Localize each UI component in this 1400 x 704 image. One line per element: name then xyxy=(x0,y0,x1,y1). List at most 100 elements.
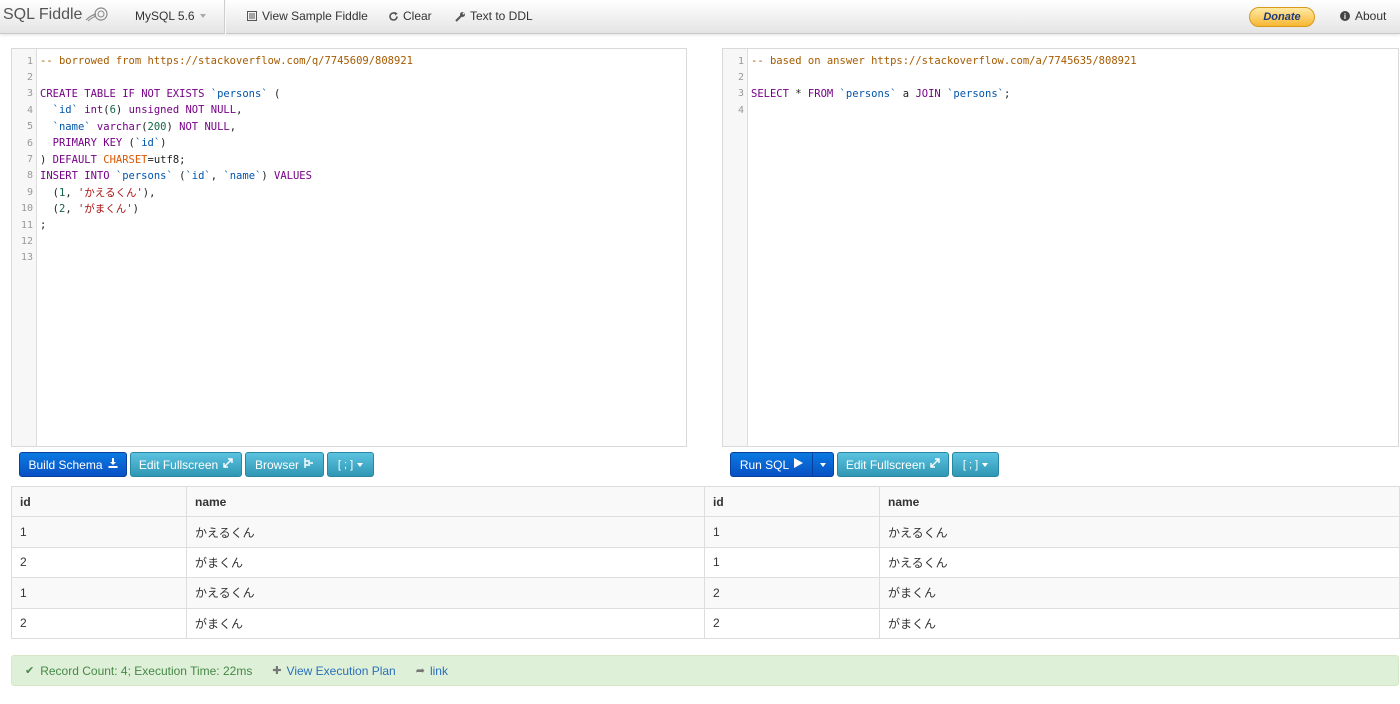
query-edit-fullscreen-label: Edit Fullscreen xyxy=(845,457,926,472)
query-editor[interactable]: 1 -- based on answer https://stackoverflo… xyxy=(722,48,1399,447)
schema-editor[interactable]: 1 -- borrowed from https://stackoverflow.… xyxy=(11,48,687,447)
schema-edit-fullscreen-button[interactable]: Edit Fullscreen xyxy=(130,452,242,477)
column-header: id xyxy=(704,485,880,517)
code-line[interactable]: 6 PRIMARY KEY (`id`) xyxy=(12,135,686,151)
table-cell: がまくん xyxy=(879,577,1400,609)
brand-name: SQL Fiddle xyxy=(3,6,83,23)
run-sql-label: Run SQL xyxy=(739,457,790,472)
code-text: `id` int(6) unsigned NOT NULL, xyxy=(52,104,243,117)
code-line[interactable]: 1 -- borrowed from https://stackoverflow.… xyxy=(12,53,686,69)
brand-logo[interactable]: SQL Fiddle xyxy=(3,6,109,24)
code-line[interactable]: 2 xyxy=(723,69,1398,85)
code-line[interactable]: 3 SELECT * FROM `persons` a JOIN `persons… xyxy=(723,86,1398,102)
plus-icon: ✚ xyxy=(272,665,282,677)
fiddle-logo-icon xyxy=(86,7,109,22)
chevron-down-icon xyxy=(820,462,826,467)
about-button[interactable]: i About xyxy=(1340,9,1386,23)
line-number: 8 xyxy=(26,170,33,182)
code-line[interactable]: 7 ) DEFAULT CHARSET=utf8; xyxy=(12,151,686,167)
query-terminator-dropdown[interactable]: [ ; ] xyxy=(952,452,999,477)
clear-button[interactable]: Clear xyxy=(387,9,432,23)
view-execution-plan-link[interactable]: ✚ View Execution Plan xyxy=(272,664,395,678)
download-icon xyxy=(108,458,118,471)
code-line[interactable]: 8 INSERT INTO `persons` (`id`, `name`) VA… xyxy=(12,168,686,184)
line-number: 13 xyxy=(20,252,33,264)
code-text: -- borrowed from https://stackoverflow.c… xyxy=(40,55,413,68)
fullscreen-icon xyxy=(223,458,233,471)
table-cell: 2 xyxy=(11,607,187,639)
results-header-row: id name id name xyxy=(11,485,1400,517)
build-schema-button[interactable]: Build Schema xyxy=(19,452,127,477)
build-schema-label: Build Schema xyxy=(28,457,103,472)
code-line[interactable]: 1 -- based on answer https://stackoverflo… xyxy=(723,53,1398,69)
code-line[interactable]: 10 (2, 'がまくん') xyxy=(12,201,686,217)
table-row: 1 かえるくん 1 かえるくん xyxy=(11,516,1400,548)
refresh-icon xyxy=(387,10,399,22)
code-line[interactable]: 12 xyxy=(12,233,686,249)
line-number: 4 xyxy=(26,104,33,116)
browser-label: Browser xyxy=(254,457,299,472)
run-sql-options-dropdown[interactable] xyxy=(812,452,834,477)
table-cell: 2 xyxy=(704,577,880,609)
table-cell: 1 xyxy=(704,516,880,548)
view-execution-plan-label: View Execution Plan xyxy=(286,663,396,678)
table-cell: 1 xyxy=(11,516,187,548)
table-row: 2 がまくん 2 がまくん xyxy=(11,607,1400,639)
line-number: 7 xyxy=(26,154,33,166)
text-to-ddl-button[interactable]: Text to DDL xyxy=(454,9,533,23)
table-cell: 1 xyxy=(704,546,880,578)
table-cell: がまくん xyxy=(186,607,705,639)
code-text: ) DEFAULT CHARSET=utf8; xyxy=(40,153,186,166)
text-to-ddl-label: Text to DDL xyxy=(470,9,533,23)
code-line[interactable]: 2 xyxy=(12,69,686,85)
code-line[interactable]: 5 `name` varchar(200) NOT NULL, xyxy=(12,119,686,135)
nav-divider xyxy=(224,0,225,34)
view-sample-fiddle-label: View Sample Fiddle xyxy=(262,9,368,23)
line-number: 4 xyxy=(737,104,744,116)
code-text: PRIMARY KEY (`id`) xyxy=(52,137,167,150)
schema-edit-fullscreen-label: Edit Fullscreen xyxy=(138,457,219,472)
table-cell: かえるくん xyxy=(186,577,705,609)
chevron-down-icon xyxy=(982,462,989,467)
share-arrow-icon: ➦ xyxy=(415,665,425,677)
line-number: 12 xyxy=(20,235,33,247)
check-icon: ✔ xyxy=(25,665,35,677)
list-icon xyxy=(246,10,258,22)
code-line[interactable]: 4 `id` int(6) unsigned NOT NULL, xyxy=(12,102,686,118)
schema-terminator-label: [ ; ] xyxy=(337,458,354,471)
tree-icon xyxy=(304,458,314,471)
code-line[interactable]: 4 xyxy=(723,102,1398,118)
schema-code[interactable]: 1 -- borrowed from https://stackoverflow.… xyxy=(12,53,686,266)
query-code[interactable]: 1 -- based on answer https://stackoverflo… xyxy=(723,53,1398,119)
info-icon: i xyxy=(1340,11,1350,21)
line-number: 3 xyxy=(26,88,33,100)
line-number: 1 xyxy=(737,55,744,67)
permalink-label: link xyxy=(429,663,448,678)
code-line[interactable]: 13 xyxy=(12,250,686,266)
browser-button[interactable]: Browser xyxy=(245,452,324,477)
schema-terminator-dropdown[interactable]: [ ; ] xyxy=(327,452,374,477)
code-text: (1, 'かえるくん'), xyxy=(52,186,156,199)
run-sql-button[interactable]: Run SQL xyxy=(730,452,813,477)
chevron-down-icon xyxy=(357,462,364,467)
code-line[interactable]: 3 CREATE TABLE IF NOT EXISTS `persons` ( xyxy=(12,86,686,102)
permalink-link[interactable]: ➦ link xyxy=(416,664,448,678)
code-text: SELECT * FROM `persons` a JOIN `persons`… xyxy=(751,87,1011,100)
db-version-dropdown[interactable]: MySQL 5.6 xyxy=(135,9,206,23)
line-number: 1 xyxy=(26,55,33,67)
record-count-message: Record Count: 4; Execution Time: 22ms xyxy=(40,663,253,678)
table-cell: 2 xyxy=(704,607,880,639)
code-line[interactable]: 11; xyxy=(12,217,686,233)
db-version-label: MySQL 5.6 xyxy=(135,9,195,23)
code-text: ; xyxy=(40,219,47,232)
code-line[interactable]: 9 (1, 'かえるくん'), xyxy=(12,184,686,200)
column-header: name xyxy=(879,485,1400,517)
view-sample-fiddle-button[interactable]: View Sample Fiddle xyxy=(246,9,368,23)
code-text: `name` varchar(200) NOT NULL, xyxy=(52,120,237,133)
table-cell: 1 xyxy=(11,577,187,609)
line-number: 10 xyxy=(20,203,33,215)
table-cell: かえるくん xyxy=(879,546,1400,578)
donate-button[interactable]: Donate xyxy=(1249,7,1315,27)
line-number: 6 xyxy=(26,137,33,149)
query-edit-fullscreen-button[interactable]: Edit Fullscreen xyxy=(837,452,949,477)
